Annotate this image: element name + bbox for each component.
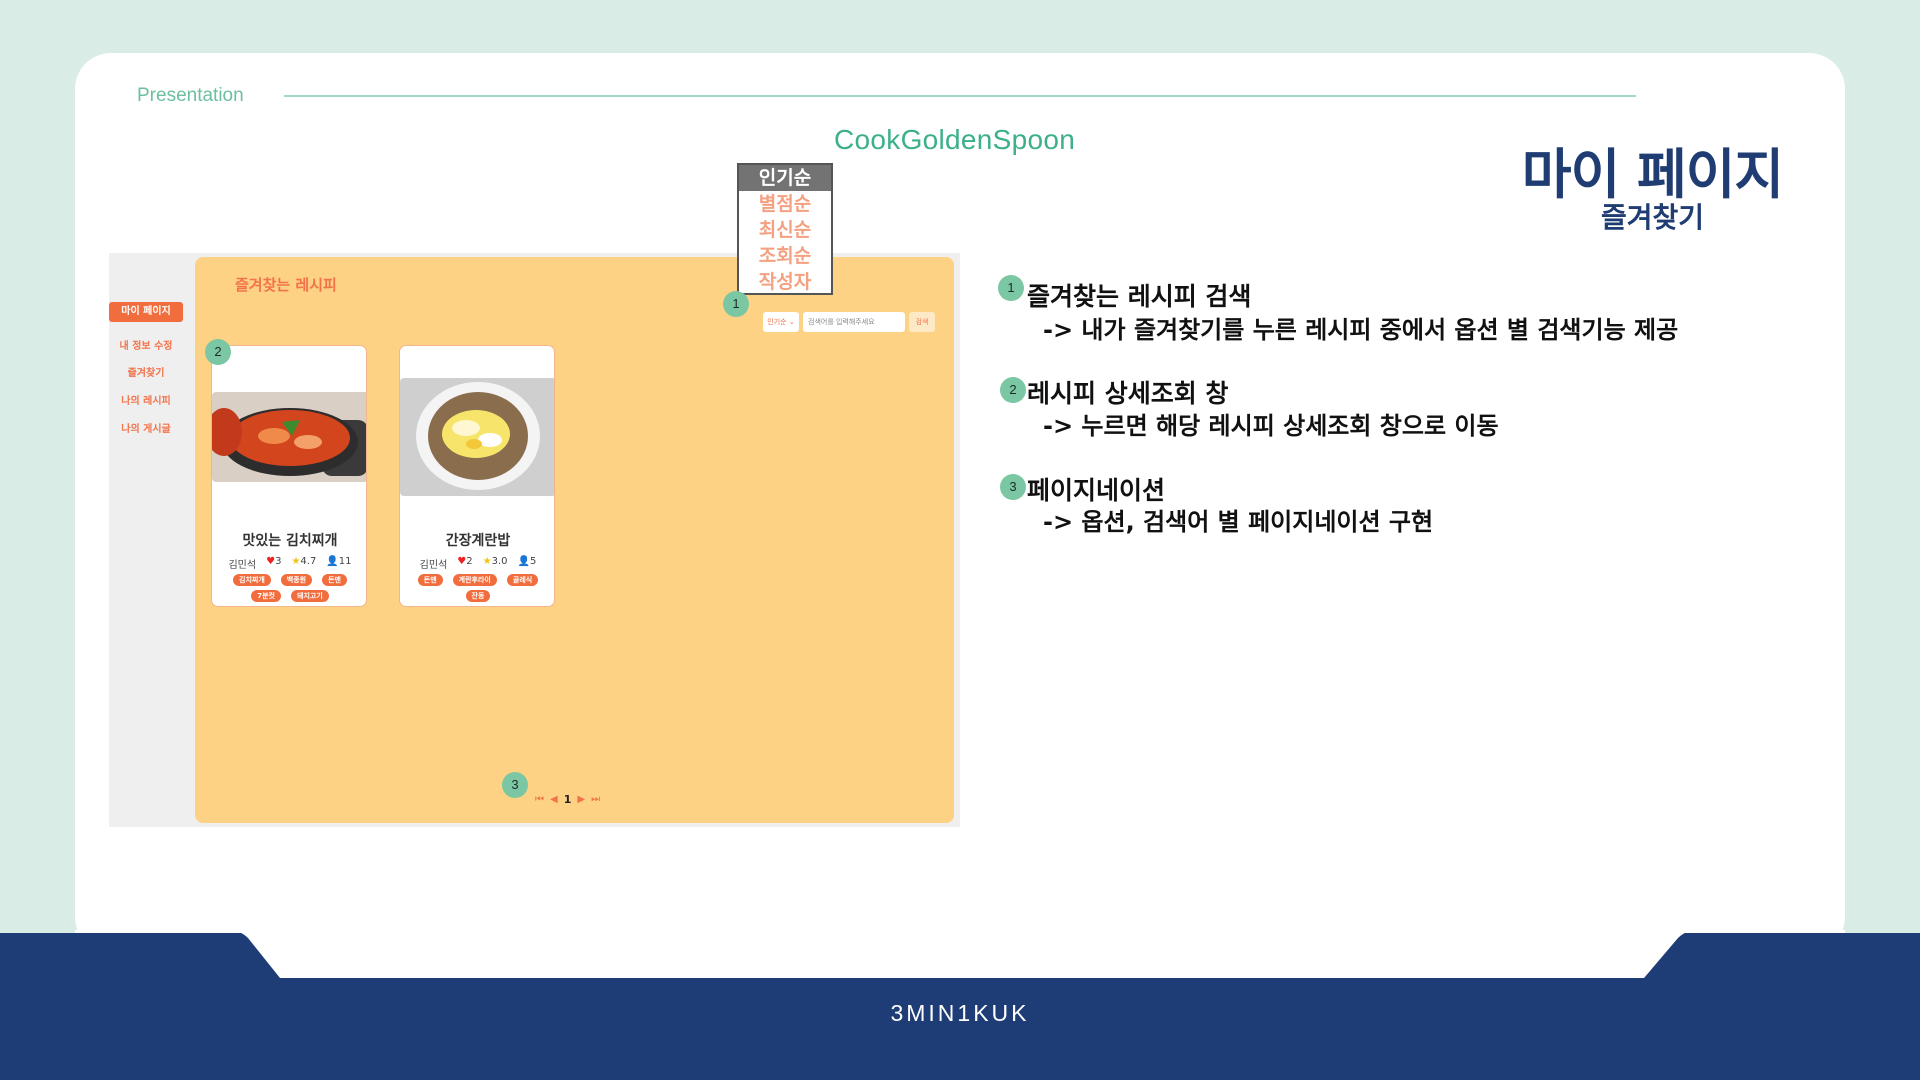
desc-heading-1: 즐겨찾는 레시피 검색 [1027,282,1252,311]
mock-sidebar: 마이 페이지 내 정보 수정 즐겨찾기 나의 레시피 나의 게시글 [109,253,195,827]
rating-value: ★4.7 [291,556,317,567]
callout-badge-1: 1 [723,291,749,317]
desc-detail-3: -> 옵션, 검색어 별 페이지네이션 구현 [1043,508,1434,536]
sort-select[interactable]: 인기순 ⌄ [763,312,799,332]
favorites-title: 즐겨찾는 레시피 [235,276,337,294]
sidebar-item-mypage[interactable]: 마이 페이지 [109,302,183,322]
page-subtitle: 즐겨찾기 [1600,201,1705,234]
views-count: 👤11 [326,556,352,567]
recipe-tag[interactable]: 7분컷 [251,590,281,602]
sidebar-item-favorites[interactable]: 즐겨찾기 [109,364,183,379]
footer-notch [75,930,1845,978]
page-number[interactable]: 1 [564,793,572,806]
recipe-card-title: 간장계란밥 [445,533,511,549]
sort-option-rating[interactable]: 별점순 [739,191,831,217]
recipe-card-meta: 김민석 ♥3 ★4.7 👤11 [212,556,366,571]
likes-count: ♥3 [266,556,282,567]
recipe-tag[interactable]: 백종원 [280,574,313,586]
presentation-label: Presentation [137,85,244,106]
recipe-tags: 돈맨 계란후라이 골레식 잔동 [406,574,550,602]
search-bar: 인기순 ⌄ 검색어를 입력해주세요 검색 [763,312,935,334]
header-divider [284,95,1636,97]
sidebar-item-edit-info[interactable]: 내 정보 수정 [109,337,183,352]
recipe-tag[interactable]: 계란후라이 [452,574,497,586]
recipe-author: 김민석 [419,560,448,571]
callout-badge-2: 2 [205,339,231,365]
recipe-tag[interactable]: 김치찌개 [233,574,271,586]
recipe-tags: 김치찌개 백종원 돈맨 7분컷 돼지고기 [218,574,362,602]
views-count: 👤5 [517,556,537,567]
heart-icon: ♥ [457,556,467,567]
desc-heading-2: 레시피 상세조회 창 [1027,379,1229,408]
last-page-icon[interactable]: ⏭ [591,794,600,805]
desc-badge-2: 2 [1000,377,1026,403]
sidebar-item-my-posts[interactable]: 나의 게시글 [109,420,183,435]
recipe-tag[interactable]: 잔동 [465,590,491,602]
footer-text: 3MIN1KUK [890,1000,1030,1026]
recipe-tag[interactable]: 돼지고기 [291,590,329,602]
recipe-tag[interactable]: 골레식 [506,574,539,586]
recipe-card-title: 맛있는 김치찌개 [242,533,338,549]
rating-value: ★3.0 [482,556,508,567]
likes-count: ♥2 [457,556,473,567]
desc-badge-1: 1 [998,275,1024,301]
desc-detail-2: -> 누르면 해당 레시피 상세조회 창으로 이동 [1043,412,1499,440]
sort-option-author[interactable]: 작성자 [739,269,831,295]
sort-option-latest[interactable]: 최신순 [739,217,831,243]
brand-name: CookGoldenSpoon [834,124,1076,155]
recipe-card[interactable]: 간장계란밥 김민석 ♥2 ★3.0 👤5 돈맨 계란후라이 골레식 잔동 [399,345,555,607]
callout-badge-3: 3 [502,772,528,798]
recipe-author: 김민석 [228,560,257,571]
desc-badge-3: 3 [1000,474,1026,500]
soy-egg-rice-image [400,378,554,496]
recipe-card-meta: 김민석 ♥2 ★3.0 👤5 [400,556,554,571]
sort-dropdown: 인기순 별점순 최신순 조회순 작성자 [737,163,833,295]
desc-detail-1: -> 내가 즐겨찾기를 누른 레시피 중에서 옵션 별 검색기능 제공 [1043,316,1679,344]
mockup-screenshot: 마이 페이지 내 정보 수정 즐겨찾기 나의 레시피 나의 게시글 즐겨찾는 레… [109,253,960,827]
prev-page-icon[interactable]: ◀ [550,794,558,805]
recipe-tag[interactable]: 돈맨 [417,574,443,586]
person-icon: 👤 [517,556,530,567]
search-button[interactable]: 검색 [909,312,935,332]
next-page-icon[interactable]: ▶ [577,794,585,805]
kimchi-stew-image [212,392,366,482]
favorites-panel: 즐겨찾는 레시피 인기순 ⌄ 검색어를 입력해주세요 검색 맛있는 김치찌개 김… [195,257,954,823]
sidebar-item-my-recipes[interactable]: 나의 레시피 [109,392,183,407]
first-page-icon[interactable]: ⏮ [535,794,544,805]
person-icon: 👤 [326,556,339,567]
heart-icon: ♥ [266,556,276,567]
recipe-tag[interactable]: 돈맨 [322,574,347,586]
star-icon: ★ [482,556,492,567]
sort-option-popular[interactable]: 인기순 [739,165,831,191]
recipe-card[interactable]: 맛있는 김치찌개 김민석 ♥3 ★4.7 👤11 김치찌개 백종원 돈맨 7분컷… [211,345,367,607]
search-input[interactable]: 검색어를 입력해주세요 [803,312,905,332]
sort-option-views[interactable]: 조회순 [739,243,831,269]
pagination: ⏮ ◀ 1 ▶ ⏭ [535,793,600,806]
